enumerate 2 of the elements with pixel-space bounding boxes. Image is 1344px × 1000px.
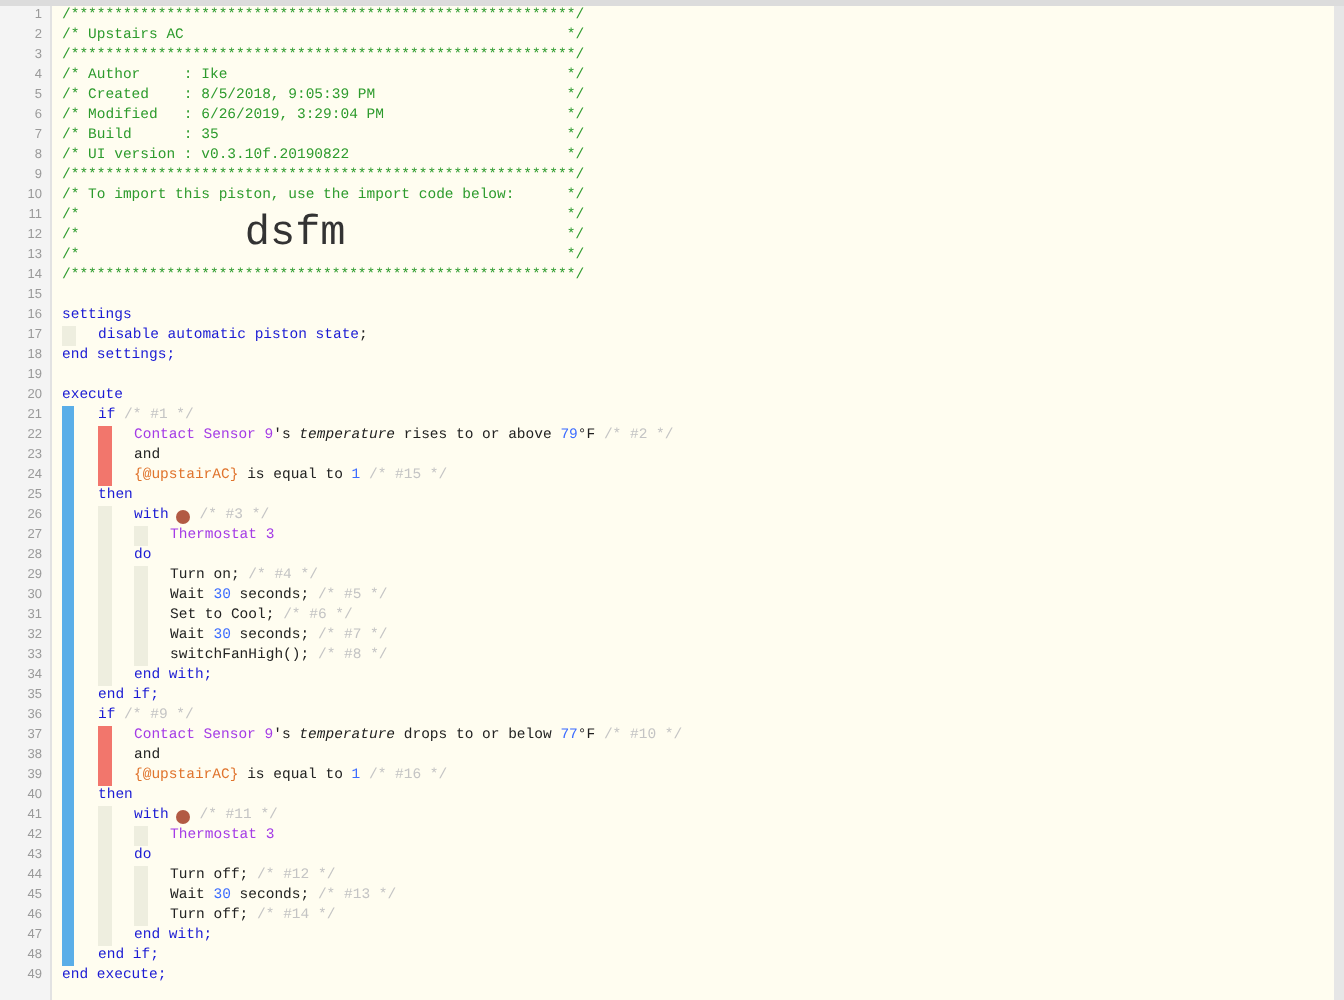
device-icon [176, 809, 191, 823]
device-icon [176, 509, 191, 523]
